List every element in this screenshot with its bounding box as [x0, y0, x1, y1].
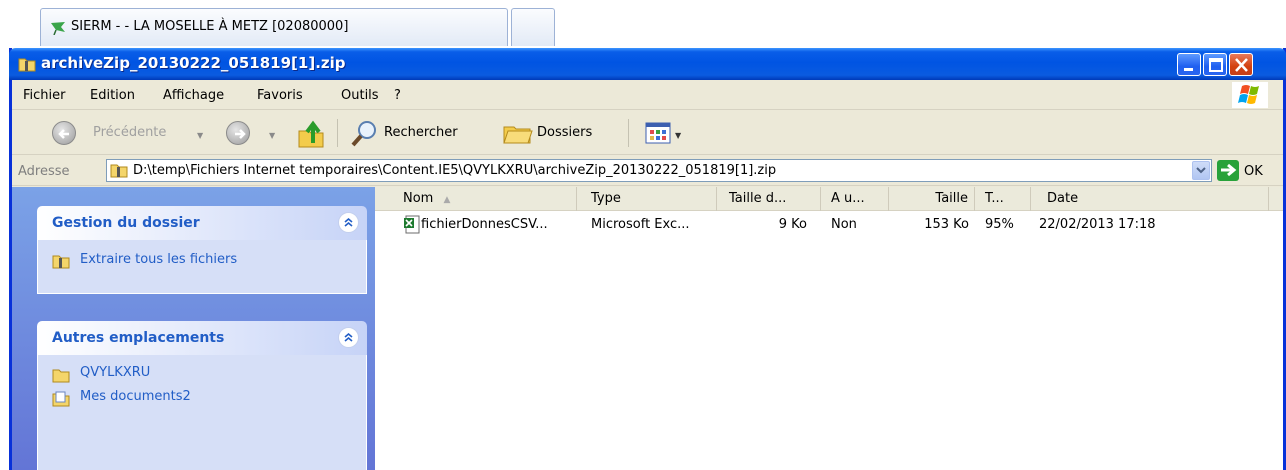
- search-icon[interactable]: [350, 119, 380, 149]
- title-bar[interactable]: archiveZip_20130222_051819[1].zip: [9, 48, 1286, 80]
- minimize-icon: [1184, 68, 1193, 71]
- other-places-body: QVYLKXRU Mes documents2: [37, 355, 367, 470]
- folder-tasks-header[interactable]: Gestion du dossier: [37, 206, 367, 240]
- flag-icon: [51, 22, 65, 35]
- forward-arrow-icon: [235, 129, 246, 139]
- column-header-password[interactable]: A u...: [821, 187, 889, 211]
- tab-strip: SIERM - - LA MOSELLE À METZ [02080000]: [0, 0, 1286, 46]
- other-places-box: Autres emplacements QVYLKXRU Mes documen…: [37, 321, 367, 470]
- column-header-name[interactable]: Nom ▲: [375, 187, 577, 211]
- new-tab-button[interactable]: [511, 8, 555, 46]
- folder-icon: [52, 369, 70, 383]
- address-bar: Adresse D:\temp\Fichiers Internet tempor…: [12, 156, 1283, 186]
- folders-label[interactable]: Dossiers: [537, 125, 592, 140]
- address-dropdown-button[interactable]: [1192, 161, 1210, 180]
- go-button[interactable]: [1217, 160, 1239, 181]
- menu-fichier[interactable]: Fichier: [23, 88, 66, 103]
- folder-tasks-body: Extraire tous les fichiers: [37, 240, 367, 294]
- views-icon[interactable]: [645, 122, 671, 144]
- menu-bar: Fichier Edition Affichage Favoris Outils…: [12, 80, 1283, 110]
- column-label: Nom: [403, 191, 434, 206]
- column-header-type[interactable]: Type: [577, 187, 717, 211]
- address-path: D:\temp\Fichiers Internet temporaires\Co…: [133, 163, 777, 178]
- menu-favoris[interactable]: Favoris: [257, 88, 303, 103]
- place-link-my-documents[interactable]: Mes documents2: [80, 389, 191, 404]
- column-header-date[interactable]: Date: [1031, 187, 1269, 211]
- sort-up-icon: ▲: [443, 195, 451, 205]
- zip-folder-icon: [18, 58, 36, 72]
- windows-logo-icon: [1232, 82, 1268, 108]
- column-label: Type: [591, 191, 621, 206]
- forward-button[interactable]: [226, 121, 250, 145]
- close-icon: [1235, 58, 1248, 72]
- folder-tasks-title: Gestion du dossier: [52, 215, 200, 231]
- other-places-header[interactable]: Autres emplacements: [37, 321, 367, 355]
- column-label: A u...: [831, 191, 865, 206]
- folder-tasks-box: Gestion du dossier Extraire tous les fic…: [37, 206, 367, 294]
- address-input[interactable]: D:\temp\Fichiers Internet temporaires\Co…: [106, 159, 1212, 182]
- folders-icon[interactable]: [502, 119, 534, 147]
- browser-tab[interactable]: SIERM - - LA MOSELLE À METZ [02080000]: [40, 8, 508, 46]
- toolbar: Précédente ▼ ▼ Rechercher Dossiers ▼: [12, 111, 1283, 155]
- window-title: archiveZip_20130222_051819[1].zip: [41, 54, 346, 72]
- toolbar-separator: [628, 119, 629, 147]
- place-link-qvylkxru[interactable]: QVYLKXRU: [80, 365, 150, 380]
- double-chevron-up-icon: [344, 217, 353, 227]
- file-packed-size: 9 Ko: [778, 217, 807, 232]
- file-password: Non: [831, 217, 857, 232]
- address-label: Adresse: [18, 164, 70, 179]
- column-label: T...: [985, 191, 1004, 206]
- search-label[interactable]: Rechercher: [384, 125, 458, 140]
- file-type: Microsoft Exc...: [591, 217, 690, 232]
- back-dropdown-icon[interactable]: ▼: [197, 131, 203, 140]
- back-arrow-icon: [58, 129, 69, 139]
- file-date: 22/02/2013 17:18: [1039, 217, 1156, 232]
- tab-label: SIERM - - LA MOSELLE À METZ [02080000]: [71, 19, 349, 34]
- toolbar-separator: [337, 119, 338, 147]
- column-label: Taille d...: [729, 191, 787, 206]
- go-arrow-icon: [1221, 163, 1237, 177]
- views-dropdown-icon[interactable]: ▼: [675, 131, 681, 140]
- folder-up-icon[interactable]: [297, 119, 327, 149]
- menu-edition[interactable]: Edition: [90, 88, 135, 103]
- task-pane: Gestion du dossier Extraire tous les fic…: [12, 187, 375, 470]
- column-label: Taille: [935, 191, 968, 206]
- file-ratio: 95%: [985, 217, 1014, 232]
- file-size: 153 Ko: [924, 217, 969, 232]
- chevron-down-icon: [1196, 167, 1206, 174]
- column-header-size[interactable]: Taille: [889, 187, 975, 211]
- extract-all-link[interactable]: Extraire tous les fichiers: [80, 252, 237, 267]
- collapse-button[interactable]: [338, 212, 359, 233]
- column-header-bar: Nom ▲ Type Taille d... A u... Taille T..…: [375, 187, 1283, 211]
- minimize-button[interactable]: [1177, 53, 1201, 76]
- column-header-ratio[interactable]: T...: [975, 187, 1031, 211]
- other-places-title: Autres emplacements: [52, 330, 225, 346]
- close-button[interactable]: [1229, 53, 1253, 76]
- collapse-button[interactable]: [338, 327, 359, 348]
- maximize-icon: [1209, 58, 1223, 72]
- menu-affichage[interactable]: Affichage: [163, 88, 224, 103]
- back-button[interactable]: [52, 121, 76, 145]
- back-label[interactable]: Précédente: [93, 125, 166, 140]
- go-label[interactable]: OK: [1244, 164, 1263, 179]
- my-documents-icon: [52, 391, 70, 407]
- double-chevron-up-icon: [344, 332, 353, 342]
- file-row[interactable]: fichierDonnesCSV... Microsoft Exc... 9 K…: [375, 215, 1283, 235]
- file-list: Nom ▲ Type Taille d... A u... Taille T..…: [375, 187, 1283, 470]
- maximize-button[interactable]: [1203, 53, 1227, 76]
- zip-folder-icon: [110, 164, 128, 178]
- extract-icon: [52, 255, 70, 269]
- menu-help[interactable]: ?: [394, 88, 401, 103]
- menu-outils[interactable]: Outils: [341, 88, 379, 103]
- file-name: fichierDonnesCSV...: [421, 217, 548, 232]
- column-header-packed-size[interactable]: Taille d...: [717, 187, 821, 211]
- excel-file-icon: [404, 215, 420, 234]
- column-label: Date: [1047, 191, 1079, 206]
- forward-dropdown-icon[interactable]: ▼: [269, 131, 275, 140]
- explorer-window: archiveZip_20130222_051819[1].zip Fichie…: [9, 48, 1286, 470]
